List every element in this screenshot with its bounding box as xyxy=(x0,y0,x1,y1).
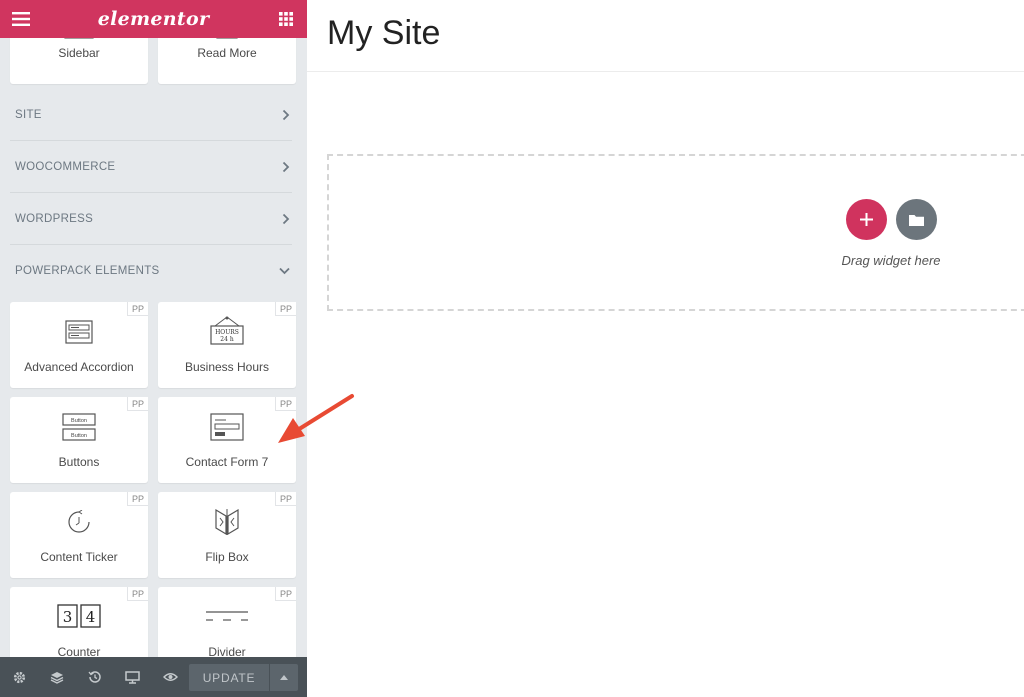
pp-badge: PP xyxy=(126,587,148,601)
folder-icon xyxy=(909,214,924,226)
update-button[interactable]: UPDATE xyxy=(189,664,269,691)
buttons-icon: Button Button xyxy=(62,413,96,441)
widget-advanced-accordion[interactable]: PP Advanced Accordion xyxy=(10,302,148,388)
category-woocommerce[interactable]: WOOCOMMERCE xyxy=(10,141,292,193)
widget-title: Divider xyxy=(208,645,246,657)
plus-icon xyxy=(860,213,873,226)
category-wordpress[interactable]: WORDPRESS xyxy=(10,193,292,245)
widgets-list: Sidebar Read More SITE WOOCOMMERCE WORDP… xyxy=(0,38,307,657)
sign-line-2: 24 h xyxy=(220,336,234,343)
panel-footer: UPDATE xyxy=(0,657,307,697)
contact-form-icon xyxy=(210,413,244,441)
category-label: WORDPRESS xyxy=(15,212,94,225)
empty-section-drop-zone[interactable]: Drag widget here xyxy=(327,154,1024,311)
accordion-icon xyxy=(65,320,93,344)
pp-badge: PP xyxy=(274,397,296,411)
pp-badge: PP xyxy=(274,302,296,316)
widget-business-hours[interactable]: PP HOURS 24 h Business Hours xyxy=(158,302,296,388)
elementor-logo: elementor xyxy=(97,8,210,30)
widget-title: Advanced Accordion xyxy=(24,360,134,374)
widget-divider[interactable]: PP Divider xyxy=(158,587,296,657)
widget-content-ticker[interactable]: PP Content Ticker xyxy=(10,492,148,578)
add-section-button[interactable] xyxy=(846,199,887,240)
pp-badge: PP xyxy=(274,587,296,601)
category-label: POWERPACK ELEMENTS xyxy=(15,265,160,277)
chevron-right-icon xyxy=(282,161,290,172)
widgets-grid-icon[interactable] xyxy=(267,0,305,38)
widget-title: Sidebar xyxy=(58,46,100,60)
category-label: WOOCOMMERCE xyxy=(15,160,116,173)
category-site[interactable]: SITE xyxy=(10,89,292,141)
widget-title: Content Ticker xyxy=(40,550,118,564)
widget-sidebar[interactable]: Sidebar xyxy=(10,38,148,84)
sidebar-widget-icon xyxy=(64,38,94,39)
ticker-clock-icon xyxy=(68,510,90,533)
pp-badge: PP xyxy=(126,492,148,506)
caret-up-icon xyxy=(280,675,288,680)
widget-title: Flip Box xyxy=(205,550,249,564)
pp-badge: PP xyxy=(274,492,296,506)
drag-widget-hint: Drag widget here xyxy=(841,253,941,268)
widget-flip-box[interactable]: PP Flip Box xyxy=(158,492,296,578)
panel-header: elementor xyxy=(0,0,307,38)
widget-title: Contact Form 7 xyxy=(185,455,269,469)
widget-title: Buttons xyxy=(58,455,100,469)
header-divider xyxy=(307,71,1024,72)
site-title: My Site xyxy=(327,14,441,52)
pp-badge: PP xyxy=(126,302,148,316)
widget-title: Counter xyxy=(57,645,101,657)
add-template-button[interactable] xyxy=(896,199,937,240)
counter-digits-icon: 3 4 xyxy=(57,604,101,628)
chevron-right-icon xyxy=(282,109,290,120)
history-icon[interactable] xyxy=(76,657,114,697)
widget-read-more[interactable]: Read More xyxy=(158,38,296,84)
business-hours-sign-icon: HOURS 24 h xyxy=(210,316,244,345)
preview-canvas: My Site Drag widget here xyxy=(307,0,1024,697)
widget-title: Read More xyxy=(197,46,257,60)
chevron-down-icon xyxy=(279,267,290,275)
widget-buttons[interactable]: PP Button Button Buttons xyxy=(10,397,148,483)
divider-icon xyxy=(206,611,248,621)
read-more-widget-icon xyxy=(216,38,238,39)
chevron-right-icon xyxy=(282,213,290,224)
layers-icon[interactable] xyxy=(38,657,76,697)
sign-line-1: HOURS xyxy=(215,329,239,336)
widget-contact-form-7[interactable]: PP Contact Form 7 xyxy=(158,397,296,483)
responsive-icon[interactable] xyxy=(113,657,151,697)
counter-digit-2: 4 xyxy=(86,608,96,626)
settings-icon[interactable] xyxy=(0,657,38,697)
button-label-1: Button xyxy=(71,418,87,424)
category-label: SITE xyxy=(15,108,42,121)
counter-digit-1: 3 xyxy=(63,608,73,626)
elementor-panel: elementor Sidebar Read More SITE WOOCOMM… xyxy=(0,0,307,697)
widget-title: Business Hours xyxy=(184,360,270,374)
category-powerpack-elements[interactable]: POWERPACK ELEMENTS xyxy=(10,245,292,297)
update-options-button[interactable] xyxy=(270,664,298,691)
preview-icon[interactable] xyxy=(151,657,189,697)
menu-hamburger-icon[interactable] xyxy=(2,0,40,38)
flip-box-icon xyxy=(215,508,239,536)
button-label-2: Button xyxy=(71,433,87,439)
widget-counter[interactable]: PP 3 4 Counter xyxy=(10,587,148,657)
pp-badge: PP xyxy=(126,397,148,411)
